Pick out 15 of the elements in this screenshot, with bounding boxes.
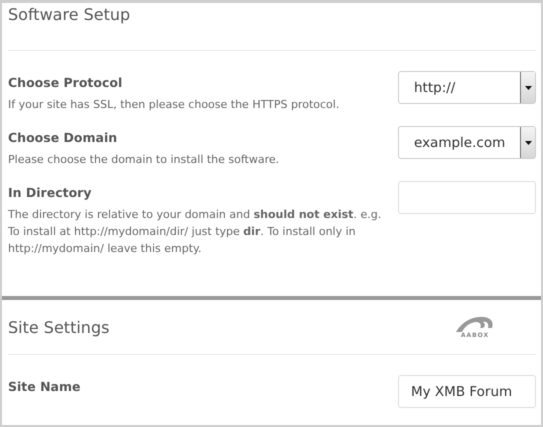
caret-icon bbox=[524, 140, 532, 144]
field-label: In Directory bbox=[8, 185, 92, 200]
section-title: Site Settings bbox=[8, 318, 110, 336]
field-label: Choose Protocol bbox=[8, 75, 124, 90]
input-field[interactable] bbox=[398, 181, 536, 214]
section-title: Software Setup bbox=[8, 5, 130, 24]
field-description: The directory is relative to your domain and should not exist. e.g. To install at http://mydomain/dir/ just type dir. To install only in http://mydomain/ leave this empty. bbox=[8, 207, 382, 257]
dropdown[interactable]: example.com bbox=[398, 126, 536, 159]
field-label: Site Name bbox=[8, 379, 82, 394]
field-description: Please choose the domain to install the software. bbox=[8, 152, 280, 168]
field-description: If your site has SSL, then please choose the HTTPS protocol. bbox=[8, 97, 340, 113]
field-label: Choose Domain bbox=[8, 130, 118, 145]
dropdown[interactable]: http:// bbox=[398, 71, 536, 104]
input-field[interactable]: My XMB Forum bbox=[398, 375, 536, 408]
caret-icon bbox=[524, 86, 532, 90]
